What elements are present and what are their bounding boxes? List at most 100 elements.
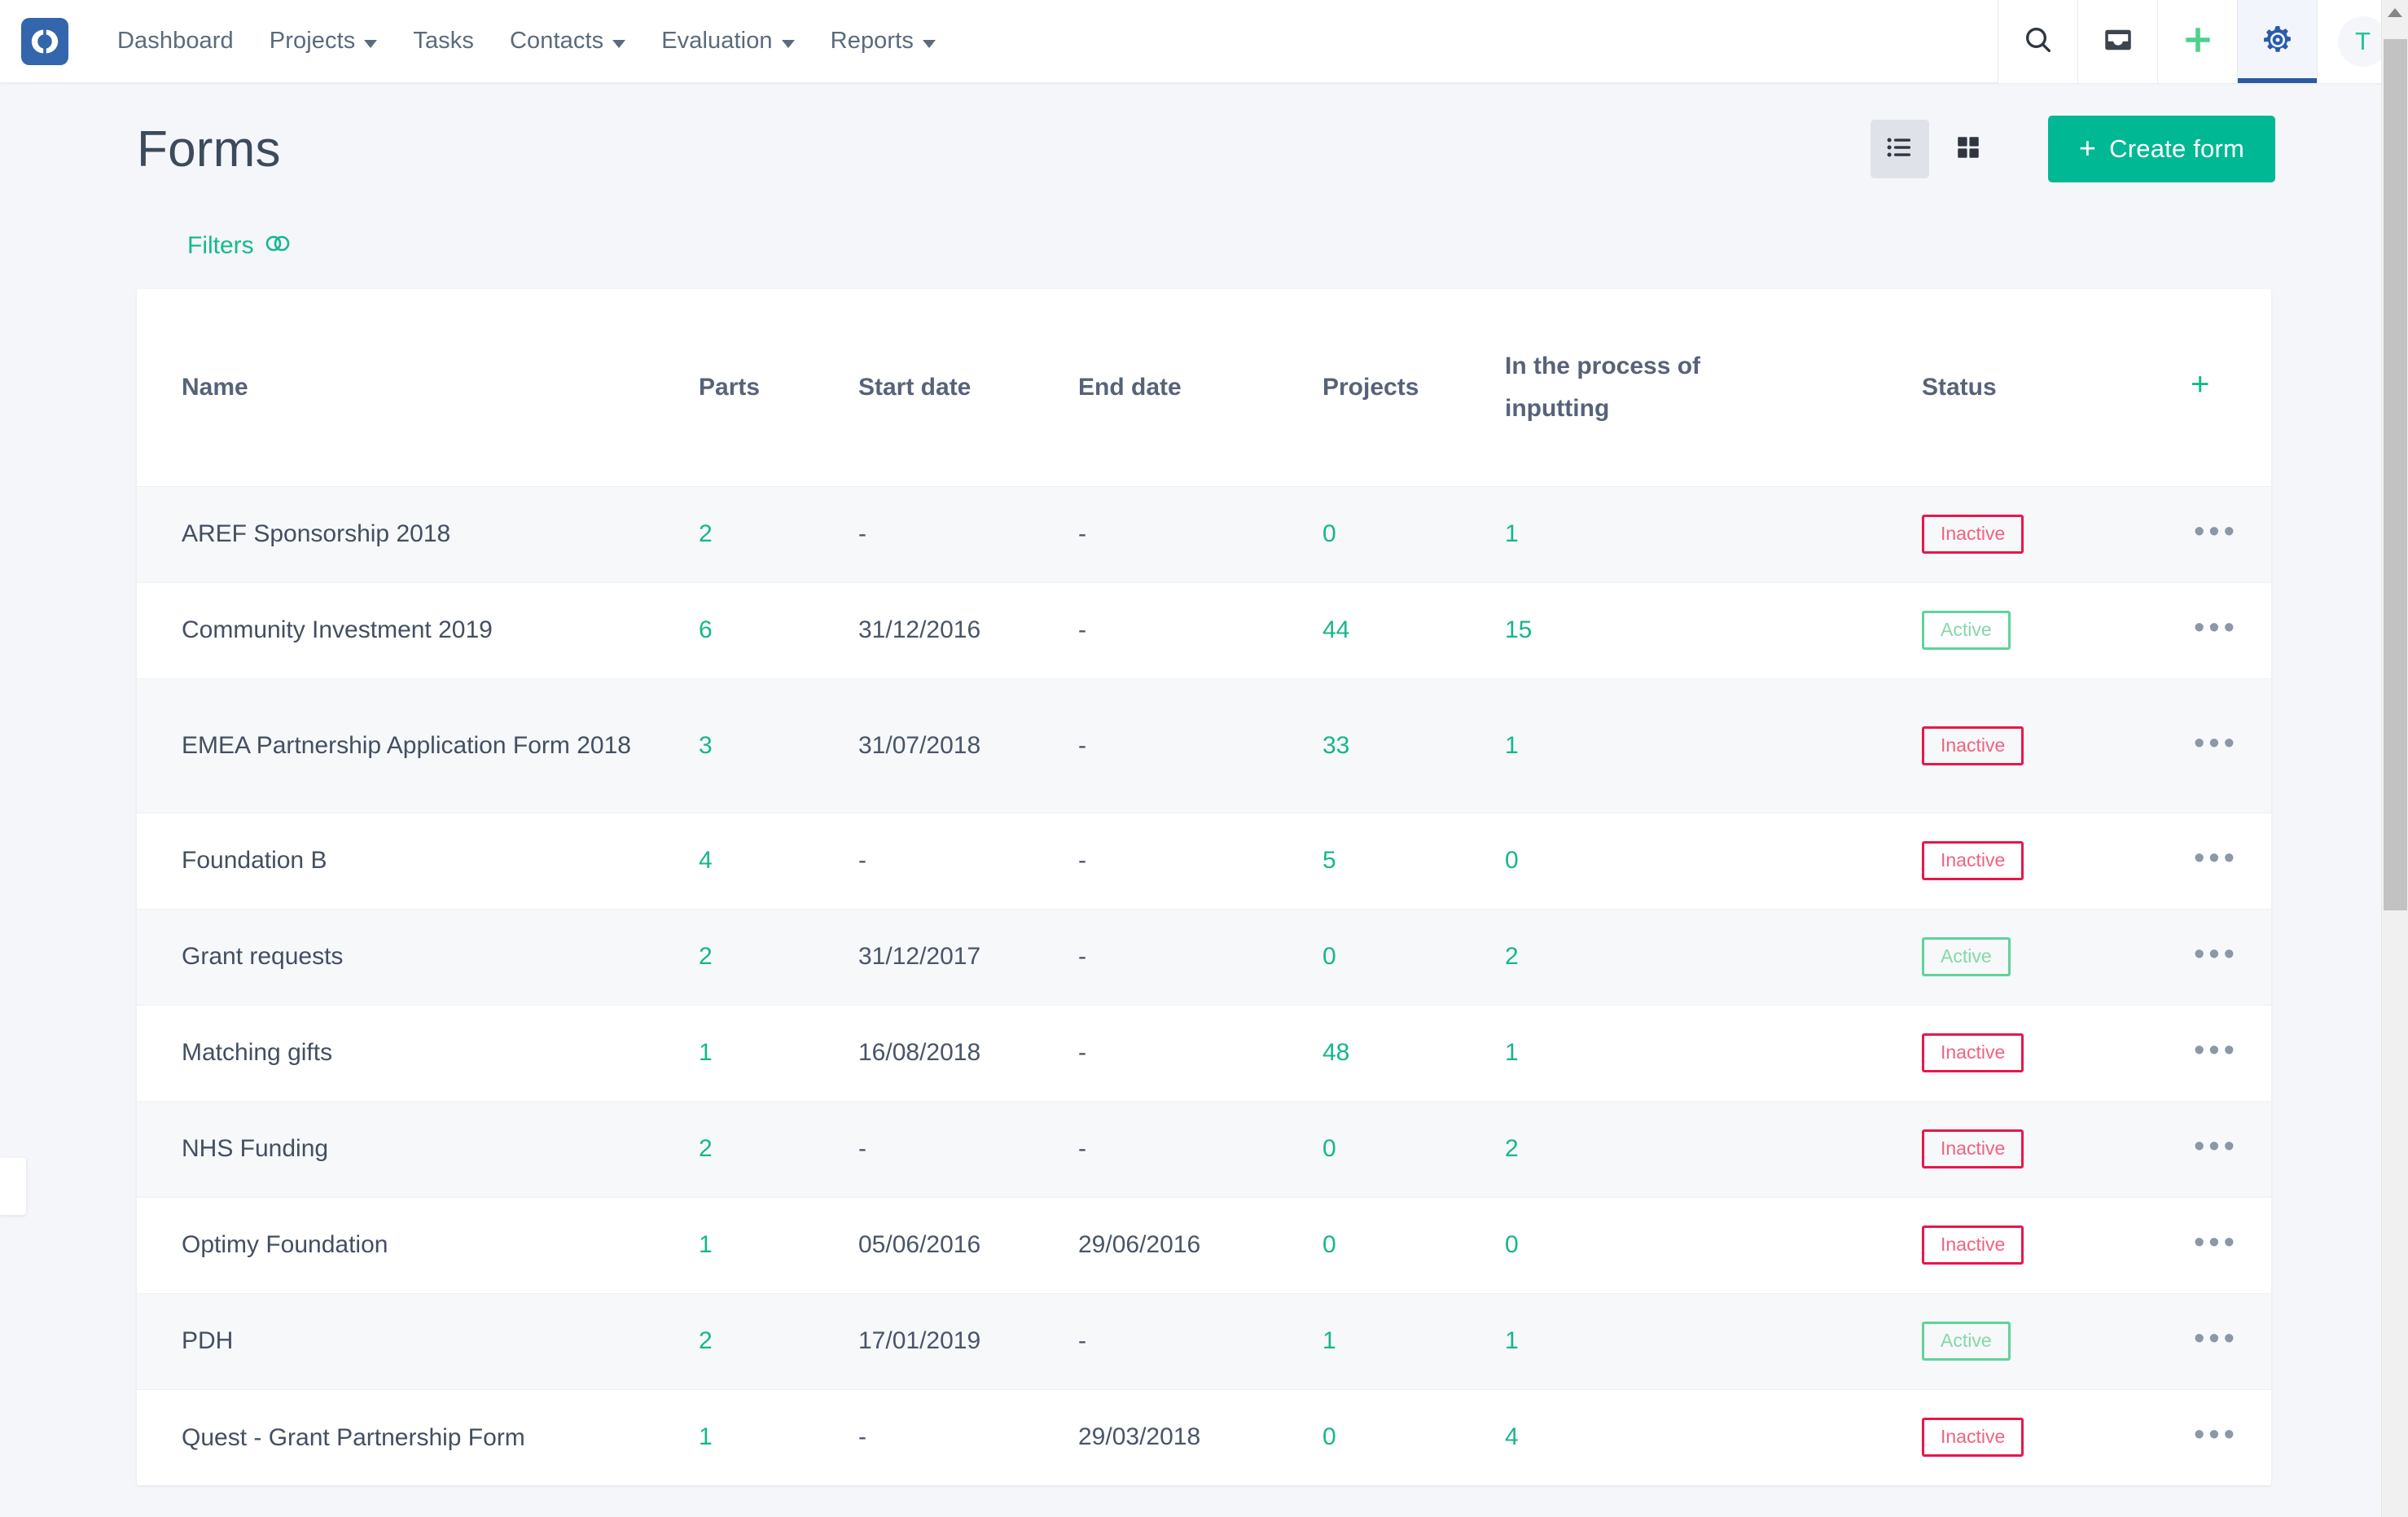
inbox-icon bbox=[2101, 23, 2135, 61]
column-header-start-date[interactable]: Start date bbox=[858, 289, 1078, 486]
cell-parts[interactable]: 1 bbox=[699, 1389, 858, 1485]
cell-parts[interactable]: 2 bbox=[699, 909, 858, 1005]
vertical-scrollbar[interactable] bbox=[2381, 0, 2408, 1517]
cell-name[interactable]: AREF Sponsorship 2018 bbox=[137, 486, 699, 582]
table-row[interactable]: NHS Funding 2 - - 0 2 Inactive ••• bbox=[137, 1101, 2271, 1197]
search-button[interactable] bbox=[1998, 0, 2077, 83]
inbox-button[interactable] bbox=[2077, 0, 2157, 83]
ellipsis-horizontal-icon[interactable]: ••• bbox=[2191, 1323, 2239, 1354]
column-header-status[interactable]: Status bbox=[1922, 289, 2191, 486]
cell-end-date: - bbox=[1078, 847, 1086, 874]
column-header-end-date[interactable]: End date bbox=[1078, 289, 1322, 486]
cell-in-process[interactable]: 0 bbox=[1505, 1197, 1922, 1293]
cell-parts[interactable]: 1 bbox=[699, 1197, 858, 1293]
column-header-parts[interactable]: Parts bbox=[699, 289, 858, 486]
ellipsis-horizontal-icon[interactable]: ••• bbox=[2191, 728, 2239, 759]
cell-parts[interactable]: 2 bbox=[699, 1101, 858, 1197]
table-row[interactable]: Optimy Foundation 1 05/06/2016 29/06/201… bbox=[137, 1197, 2271, 1293]
cell-projects[interactable]: 1 bbox=[1322, 1293, 1505, 1389]
cell-projects[interactable]: 33 bbox=[1322, 678, 1505, 813]
ellipsis-horizontal-icon[interactable]: ••• bbox=[2191, 843, 2239, 874]
column-header-in-process[interactable]: In the process of inputting bbox=[1505, 289, 1922, 486]
cell-projects[interactable]: 0 bbox=[1322, 1389, 1505, 1485]
ellipsis-horizontal-icon[interactable]: ••• bbox=[2191, 1227, 2239, 1258]
table-row[interactable]: Quest - Grant Partnership Form 1 - 29/03… bbox=[137, 1389, 2271, 1485]
status-badge: Inactive bbox=[1922, 515, 2024, 554]
table-row[interactable]: EMEA Partnership Application Form 2018 3… bbox=[137, 678, 2271, 813]
cell-status: Inactive bbox=[1922, 1101, 2191, 1197]
cell-parts[interactable]: 2 bbox=[699, 486, 858, 582]
cell-status: Inactive bbox=[1922, 1197, 2191, 1293]
cell-projects[interactable]: 0 bbox=[1322, 1197, 1505, 1293]
ellipsis-horizontal-icon[interactable]: ••• bbox=[2191, 516, 2239, 547]
cell-projects[interactable]: 0 bbox=[1322, 486, 1505, 582]
cell-projects[interactable]: 0 bbox=[1322, 1101, 1505, 1197]
ellipsis-horizontal-icon[interactable]: ••• bbox=[2191, 612, 2239, 643]
cell-parts[interactable]: 2 bbox=[699, 1293, 858, 1389]
scrollbar-thumb[interactable] bbox=[2384, 39, 2407, 910]
ellipsis-horizontal-icon[interactable]: ••• bbox=[2191, 1419, 2239, 1450]
cell-projects[interactable]: 48 bbox=[1322, 1005, 1505, 1101]
nav-item-evaluation[interactable]: Evaluation bbox=[643, 0, 812, 83]
table-row[interactable]: Matching gifts 1 16/08/2018 - 48 1 Inact… bbox=[137, 1005, 2271, 1101]
cell-parts[interactable]: 4 bbox=[699, 813, 858, 909]
status-badge: Inactive bbox=[1922, 1418, 2024, 1458]
table-row[interactable]: Community Investment 2019 6 31/12/2016 -… bbox=[137, 582, 2271, 678]
cell-parts[interactable]: 3 bbox=[699, 678, 858, 813]
grid-view-toggle[interactable] bbox=[1939, 120, 1998, 178]
optimy-logo-icon[interactable] bbox=[21, 17, 68, 65]
ellipsis-horizontal-icon[interactable]: ••• bbox=[2191, 1131, 2239, 1162]
table-row[interactable]: Foundation B 4 - - 5 0 Inactive ••• bbox=[137, 813, 2271, 909]
create-form-button[interactable]: + Create form bbox=[2047, 116, 2275, 182]
cell-name[interactable]: Quest - Grant Partnership Form bbox=[137, 1389, 699, 1485]
ellipsis-horizontal-icon[interactable]: ••• bbox=[2191, 1035, 2239, 1066]
table-row[interactable]: AREF Sponsorship 2018 2 - - 0 1 Inactive… bbox=[137, 486, 2271, 582]
cell-name[interactable]: NHS Funding bbox=[137, 1101, 699, 1197]
cell-projects[interactable]: 5 bbox=[1322, 813, 1505, 909]
column-header-projects[interactable]: Projects bbox=[1322, 289, 1505, 486]
cell-projects[interactable]: 0 bbox=[1322, 909, 1505, 1005]
table-row[interactable]: PDH 2 17/01/2019 - 1 1 Active ••• bbox=[137, 1293, 2271, 1389]
list-view-toggle[interactable] bbox=[1870, 120, 1929, 178]
cell-in-process[interactable]: 1 bbox=[1505, 1005, 1922, 1101]
cell-parts[interactable]: 6 bbox=[699, 582, 858, 678]
settings-button[interactable] bbox=[2237, 0, 2317, 83]
cell-in-process[interactable]: 1 bbox=[1505, 1293, 1922, 1389]
side-panel-edge-tab[interactable] bbox=[0, 1158, 26, 1215]
cell-start-date: - bbox=[858, 847, 866, 874]
cell-in-process[interactable]: 1 bbox=[1505, 486, 1922, 582]
nav-item-label: Dashboard bbox=[117, 28, 234, 54]
cell-name[interactable]: Grant requests bbox=[137, 909, 699, 1005]
scroll-up-arrow-icon[interactable] bbox=[2382, 0, 2408, 24]
cell-in-process[interactable]: 2 bbox=[1505, 1101, 1922, 1197]
primary-nav: Dashboard Projects Tasks Contacts Evalua… bbox=[99, 0, 954, 83]
filters-toggle[interactable]: Filters bbox=[187, 232, 291, 260]
cell-end-date: - bbox=[1078, 616, 1086, 643]
cell-row-actions: ••• bbox=[2191, 486, 2271, 582]
nav-item-reports[interactable]: Reports bbox=[813, 0, 954, 83]
table-row[interactable]: Grant requests 2 31/12/2017 - 0 2 Active… bbox=[137, 909, 2271, 1005]
ellipsis-horizontal-icon[interactable]: ••• bbox=[2191, 939, 2239, 970]
cell-name[interactable]: Foundation B bbox=[137, 813, 699, 909]
cell-name[interactable]: PDH bbox=[137, 1293, 699, 1389]
nav-item-contacts[interactable]: Contacts bbox=[492, 0, 643, 83]
cell-projects[interactable]: 44 bbox=[1322, 582, 1505, 678]
cell-name[interactable]: EMEA Partnership Application Form 2018 bbox=[137, 678, 699, 813]
cell-parts[interactable]: 1 bbox=[699, 1005, 858, 1101]
add-column-button[interactable]: + bbox=[2191, 289, 2271, 486]
nav-item-dashboard[interactable]: Dashboard bbox=[99, 0, 252, 83]
cell-name[interactable]: Optimy Foundation bbox=[137, 1197, 699, 1293]
cell-status: Inactive bbox=[1922, 1389, 2191, 1485]
cell-in-process[interactable]: 15 bbox=[1505, 582, 1922, 678]
cell-in-process[interactable]: 2 bbox=[1505, 909, 1922, 1005]
cell-name[interactable]: Matching gifts bbox=[137, 1005, 699, 1101]
cell-in-process[interactable]: 0 bbox=[1505, 813, 1922, 909]
cell-row-actions: ••• bbox=[2191, 1101, 2271, 1197]
nav-item-tasks[interactable]: Tasks bbox=[395, 0, 492, 83]
cell-in-process[interactable]: 4 bbox=[1505, 1389, 1922, 1485]
nav-item-projects[interactable]: Projects bbox=[252, 0, 396, 83]
add-button[interactable] bbox=[2157, 0, 2237, 83]
cell-name[interactable]: Community Investment 2019 bbox=[137, 582, 699, 678]
cell-in-process[interactable]: 1 bbox=[1505, 678, 1922, 813]
column-header-name[interactable]: Name bbox=[137, 289, 699, 486]
